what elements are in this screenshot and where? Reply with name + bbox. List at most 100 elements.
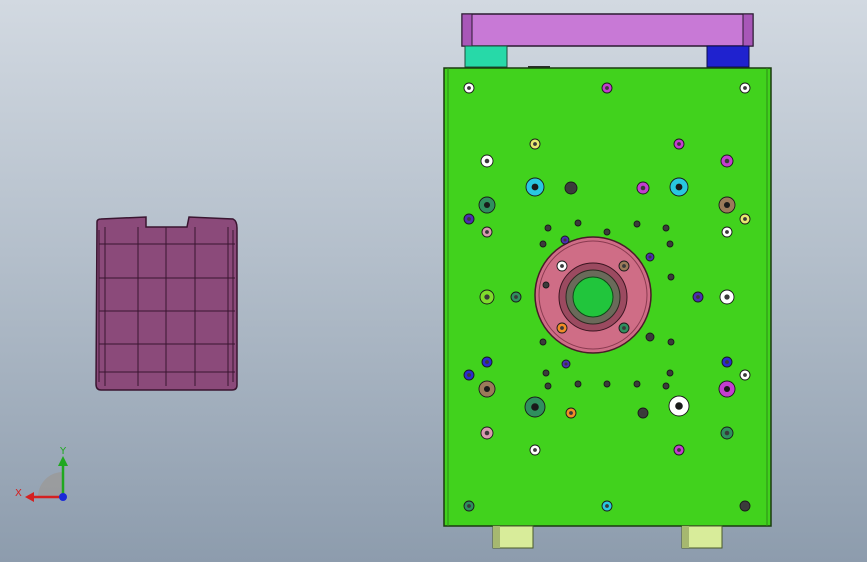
plate-hole[interactable]	[667, 338, 675, 346]
plate-hole[interactable]	[544, 224, 552, 232]
plate-hole-bore	[531, 403, 539, 411]
model-scene[interactable]: Y X	[0, 0, 867, 562]
plate-hole[interactable]	[574, 380, 582, 388]
sprue-bushing[interactable]	[572, 276, 614, 318]
plate-hole[interactable]	[560, 235, 570, 245]
top-clamp-bar-end-left	[461, 13, 473, 47]
plate-hole[interactable]	[739, 500, 751, 512]
cad-viewport[interactable]: Y X	[0, 0, 867, 562]
plate-hole[interactable]	[603, 380, 611, 388]
triad-z-axis	[59, 493, 67, 501]
plate-hole[interactable]	[645, 332, 655, 342]
plate-hole[interactable]	[662, 382, 670, 390]
plate-hole[interactable]	[574, 219, 582, 227]
plate-hole[interactable]	[463, 82, 475, 94]
plate-hole[interactable]	[463, 213, 475, 225]
plate-hole-bore	[564, 362, 568, 366]
plate-hole-rim	[574, 380, 582, 388]
plate-hole[interactable]	[673, 138, 685, 150]
plate-hole[interactable]	[719, 289, 735, 305]
plate-hole[interactable]	[544, 382, 552, 390]
plate-hole[interactable]	[666, 240, 674, 248]
plate-hole[interactable]	[524, 396, 546, 418]
plate-hole[interactable]	[479, 289, 495, 305]
plate-hole[interactable]	[463, 369, 475, 381]
plate-hole[interactable]	[539, 240, 547, 248]
plate-hole[interactable]	[718, 380, 736, 398]
plate-hole-bore	[648, 335, 652, 339]
plate-hole[interactable]	[636, 181, 650, 195]
plate-hole[interactable]	[618, 322, 630, 334]
plate-hole[interactable]	[525, 177, 545, 197]
plate-hole-bore	[467, 86, 471, 90]
plate-hole[interactable]	[463, 500, 475, 512]
plate-hole[interactable]	[739, 82, 751, 94]
plate-hole[interactable]	[601, 500, 613, 512]
plate-hole[interactable]	[720, 154, 734, 168]
plate-hole-bore	[648, 255, 652, 259]
plate-hole[interactable]	[542, 369, 550, 377]
plate-hole-bore	[531, 183, 539, 191]
plate-hole[interactable]	[673, 444, 685, 456]
plate-hole[interactable]	[481, 356, 493, 368]
plate-hole[interactable]	[718, 196, 736, 214]
triad-quarter-disc	[38, 472, 63, 497]
plate-hole[interactable]	[662, 224, 670, 232]
plate-hole[interactable]	[480, 154, 494, 168]
part-model[interactable]	[95, 216, 238, 391]
plate-hole-bore	[641, 411, 645, 415]
plate-hole-bore	[533, 448, 537, 452]
plate-hole-bore	[677, 142, 681, 146]
plate-hole-bore	[725, 360, 729, 364]
plate-hole[interactable]	[601, 82, 613, 94]
mold-assembly[interactable]	[443, 13, 772, 549]
plate-hole-bore	[485, 360, 489, 364]
plate-hole[interactable]	[510, 291, 522, 303]
plate-hole-rim	[667, 338, 675, 346]
plate-hole-rim	[539, 338, 547, 346]
plate-hole[interactable]	[478, 380, 496, 398]
plate-hole[interactable]	[633, 380, 641, 388]
plate-hole[interactable]	[637, 407, 649, 419]
plate-hole[interactable]	[603, 228, 611, 236]
top-clamp-bar-end-right	[742, 13, 754, 47]
plate-hole[interactable]	[539, 338, 547, 346]
plate-hole[interactable]	[561, 359, 571, 369]
plate-hole[interactable]	[739, 213, 751, 225]
triad-x-label: X	[15, 488, 22, 499]
orientation-triad: Y X	[15, 446, 68, 502]
plate-hole[interactable]	[668, 395, 690, 417]
plate-hole[interactable]	[645, 252, 655, 262]
plate-hole[interactable]	[721, 356, 733, 368]
plate-hole[interactable]	[618, 260, 630, 272]
plate-hole[interactable]	[720, 426, 734, 440]
plate-hole-rim	[633, 220, 641, 228]
plate-hole[interactable]	[692, 291, 704, 303]
plate-hole[interactable]	[542, 281, 550, 289]
top-clamp-bar[interactable]	[461, 13, 754, 47]
plate-hole[interactable]	[478, 196, 496, 214]
plate-hole[interactable]	[556, 260, 568, 272]
plate-hole-bore	[560, 326, 564, 330]
plate-hole-bore	[560, 264, 564, 268]
guide-pin-left-shade	[493, 526, 500, 548]
support-block-right[interactable]	[706, 45, 750, 68]
plate-hole[interactable]	[480, 426, 494, 440]
plate-hole[interactable]	[556, 322, 568, 334]
plate-hole-rim	[662, 382, 670, 390]
plate-hole[interactable]	[529, 138, 541, 150]
plate-hole[interactable]	[565, 407, 577, 419]
plate-hole[interactable]	[667, 273, 675, 281]
plate-hole[interactable]	[721, 226, 733, 238]
plate-hole[interactable]	[564, 181, 578, 195]
plate-hole[interactable]	[669, 177, 689, 197]
plate-hole[interactable]	[481, 226, 493, 238]
plate-hole[interactable]	[739, 369, 751, 381]
support-block-left[interactable]	[464, 45, 508, 68]
plate-hole[interactable]	[666, 369, 674, 377]
plate-hole-bore	[467, 373, 471, 377]
plate-hole-rim	[666, 240, 674, 248]
plate-hole-bore	[533, 142, 537, 146]
plate-hole[interactable]	[633, 220, 641, 228]
plate-hole[interactable]	[529, 444, 541, 456]
